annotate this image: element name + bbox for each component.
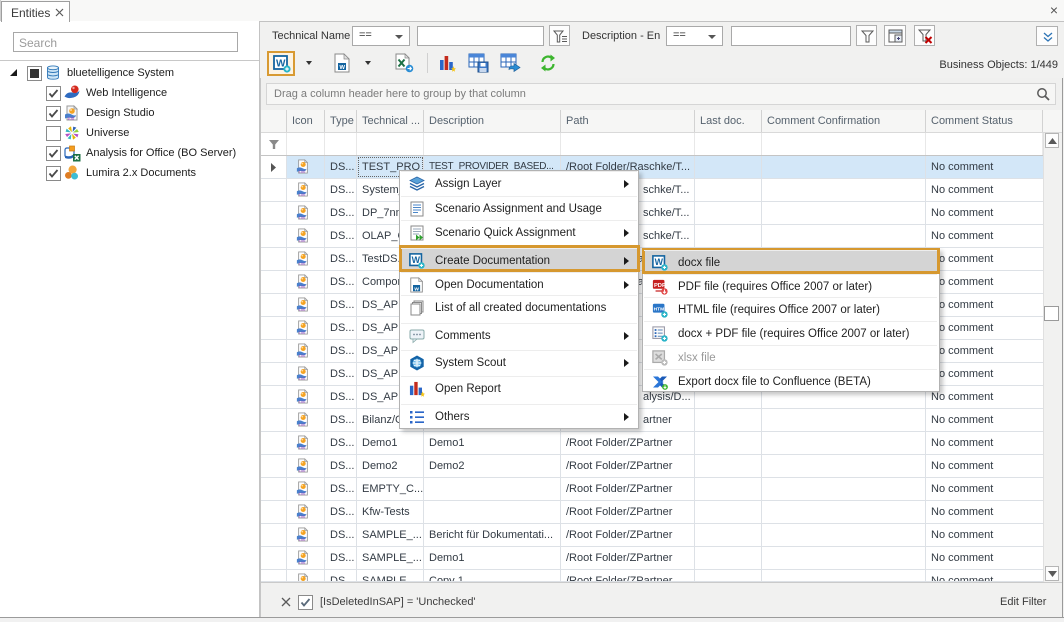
svg-text:100: 100: [299, 239, 305, 243]
svg-text:100: 100: [299, 515, 305, 519]
svg-text:100: 100: [299, 193, 305, 197]
svg-text:100: 100: [299, 354, 305, 358]
svg-text:w: w: [413, 286, 419, 292]
svg-text:100: 100: [299, 492, 305, 496]
svg-text:100: 100: [299, 538, 305, 542]
svg-text:100: 100: [299, 423, 305, 427]
svg-text:100: 100: [299, 308, 305, 312]
svg-text:HTM: HTM: [654, 306, 665, 312]
svg-text:100: 100: [299, 170, 305, 174]
svg-text:100: 100: [299, 469, 305, 473]
svg-text:100: 100: [299, 262, 305, 266]
svg-text:100: 100: [299, 285, 305, 289]
svg-text:100: 100: [299, 561, 305, 565]
svg-text:100: 100: [299, 400, 305, 404]
svg-text:w: w: [339, 64, 346, 71]
svg-text:100: 100: [67, 116, 75, 121]
svg-text:100: 100: [299, 216, 305, 220]
svg-text:100: 100: [299, 331, 305, 335]
svg-text:PDF: PDF: [654, 283, 666, 289]
svg-text:100: 100: [299, 377, 305, 381]
svg-text:100: 100: [299, 446, 305, 450]
